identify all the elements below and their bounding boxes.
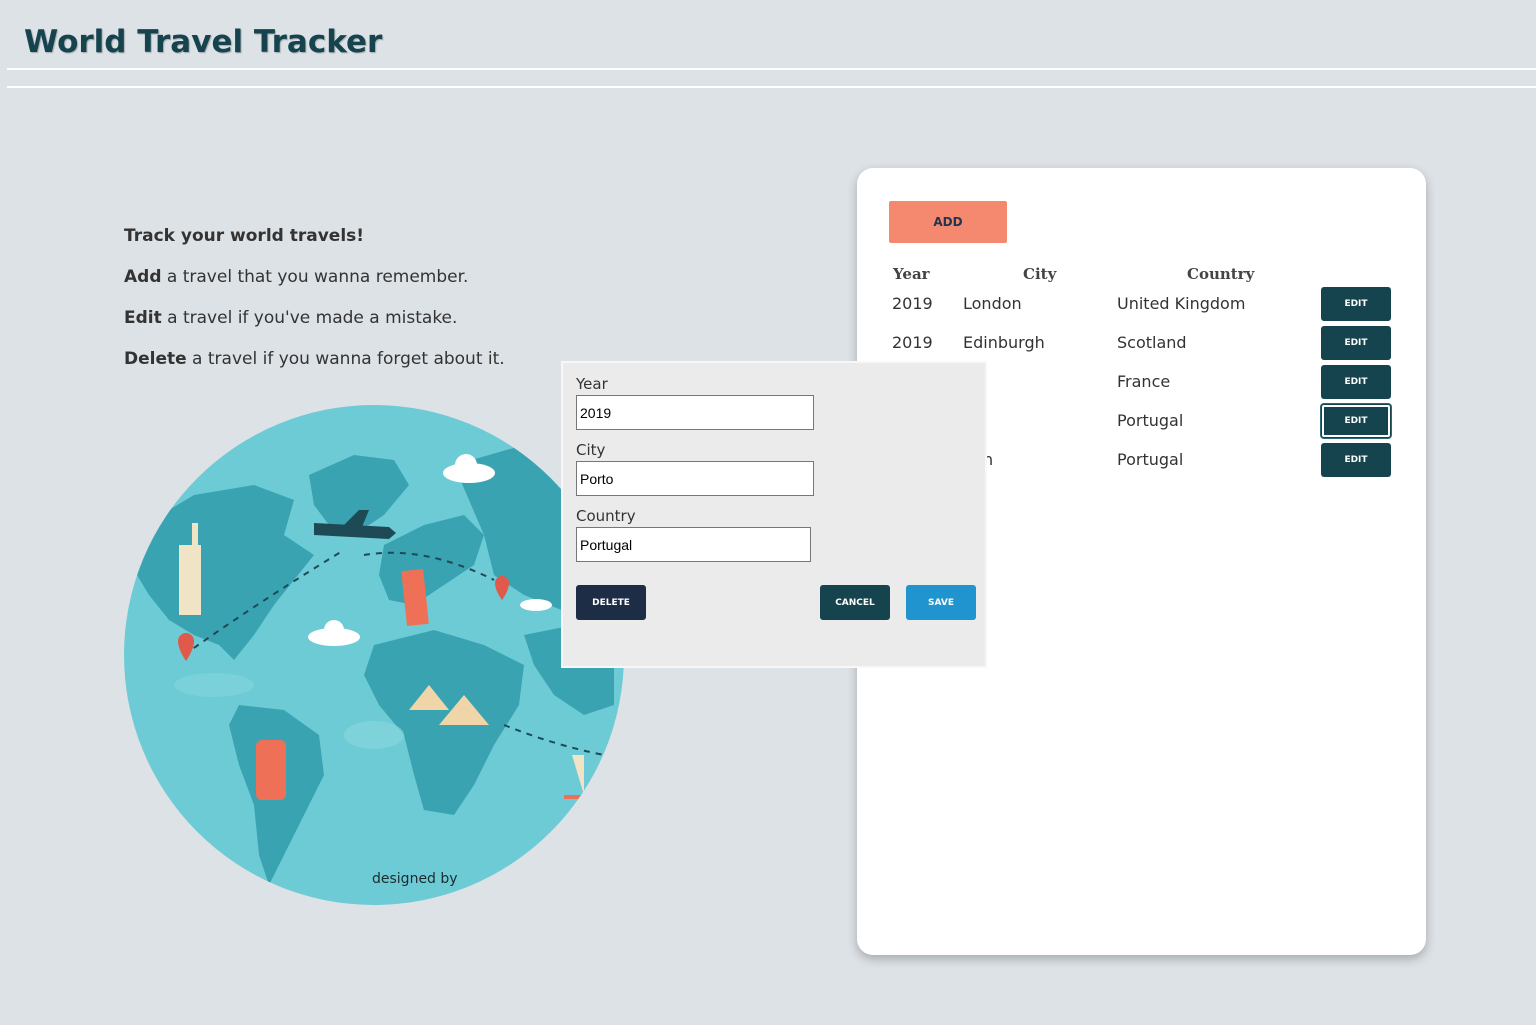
table-row: 2019 London United Kingdom EDIT xyxy=(857,287,1426,326)
header-divider-lower xyxy=(7,86,1536,88)
row-city: London xyxy=(963,294,1022,313)
row-country: Scotland xyxy=(1117,333,1187,352)
edit-button[interactable]: EDIT xyxy=(1321,287,1391,321)
row-country: France xyxy=(1117,372,1171,391)
intro-delete-line: Delete a travel if you wanna forget abou… xyxy=(124,349,505,369)
delete-button[interactable]: DELETE xyxy=(576,585,646,620)
illustration-credit: designed by xyxy=(372,871,458,887)
intro-heading: Track your world travels! xyxy=(124,226,365,246)
column-header-country: Country xyxy=(1187,265,1255,283)
city-input[interactable] xyxy=(576,461,814,496)
intro-add-line: Add a travel that you wanna remember. xyxy=(124,267,469,287)
header-divider xyxy=(7,68,1536,70)
edit-button-focused[interactable]: EDIT xyxy=(1321,404,1391,438)
edit-button[interactable]: EDIT xyxy=(1321,326,1391,360)
world-map-illustration: designed by xyxy=(124,405,624,905)
column-header-year: Year xyxy=(893,265,930,283)
edit-button[interactable]: EDIT xyxy=(1321,443,1391,477)
page-title: World Travel Tracker xyxy=(24,24,383,60)
app-header: World Travel Tracker xyxy=(0,0,1536,90)
edit-travel-dialog: Year City Country DELETE CANCEL SAVE xyxy=(561,361,987,668)
country-label: Country xyxy=(576,507,636,525)
add-button[interactable]: ADD xyxy=(889,201,1007,243)
intro-edit-line: Edit a travel if you've made a mistake. xyxy=(124,308,458,328)
row-country: Portugal xyxy=(1117,450,1184,469)
intro-text: Track your world travels! Add a travel t… xyxy=(124,224,564,388)
save-button[interactable]: SAVE xyxy=(906,585,976,620)
city-label: City xyxy=(576,441,606,459)
year-input[interactable] xyxy=(576,395,814,430)
row-city: Edinburgh xyxy=(963,333,1045,352)
country-input[interactable] xyxy=(576,527,811,562)
year-label: Year xyxy=(576,375,608,393)
column-header-city: City xyxy=(1023,265,1057,283)
row-year: 2019 xyxy=(892,294,933,313)
cancel-button[interactable]: CANCEL xyxy=(820,585,890,620)
row-year: 2019 xyxy=(892,333,933,352)
row-country: Portugal xyxy=(1117,411,1184,430)
table-row: 2019 Edinburgh Scotland EDIT xyxy=(857,326,1426,365)
edit-button[interactable]: EDIT xyxy=(1321,365,1391,399)
row-country: United Kingdom xyxy=(1117,294,1246,313)
world-map-graphic xyxy=(134,445,624,885)
